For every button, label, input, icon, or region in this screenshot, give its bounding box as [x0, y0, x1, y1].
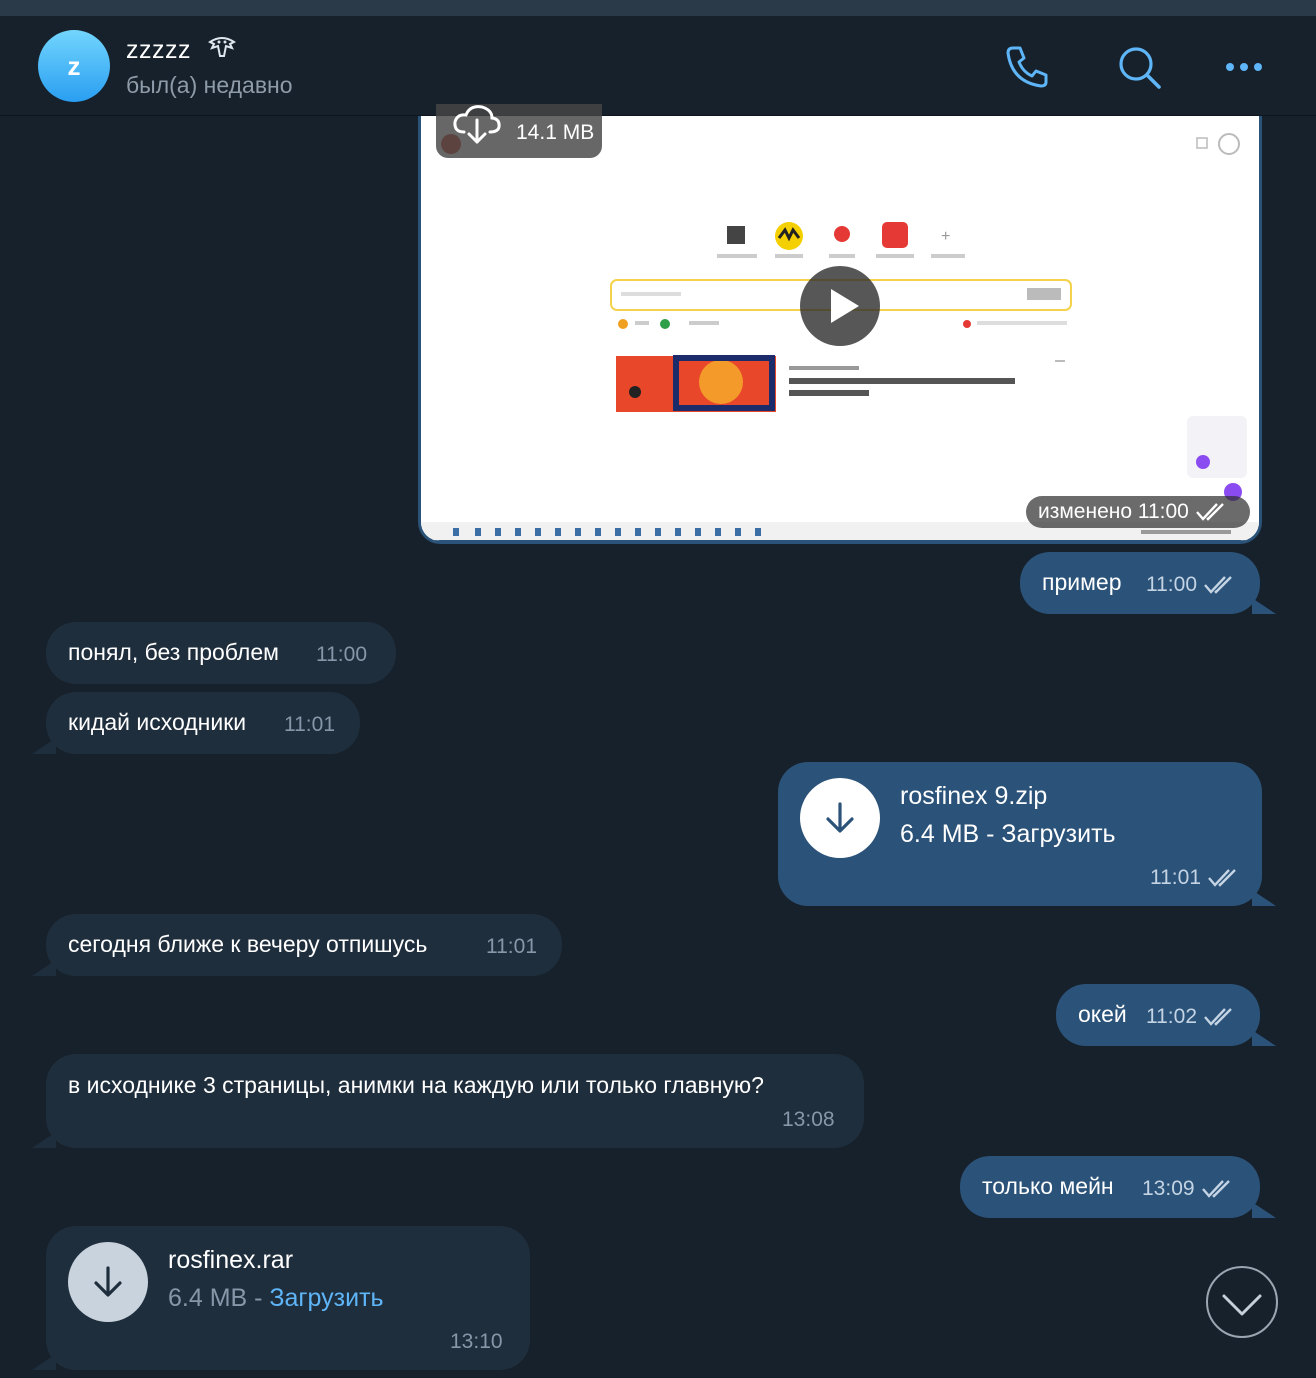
bubble-tail — [32, 1354, 56, 1370]
message-incoming[interactable]: в исходнике 3 страницы, анимки на каждую… — [46, 1054, 864, 1148]
file-size: 6.4 MB — [900, 820, 980, 848]
message-incoming[interactable]: понял, без проблем 11:00 — [46, 622, 396, 684]
file-name[interactable]: rosfinex.rar — [168, 1246, 293, 1275]
cloud-download-icon[interactable] — [452, 102, 502, 146]
edited-label: изменено 11:00 — [1038, 500, 1189, 523]
avatar[interactable]: z — [38, 30, 110, 102]
bubble-tail — [32, 738, 56, 754]
arrow-down-icon — [94, 1266, 122, 1297]
message-time: 11:01 — [1150, 866, 1239, 890]
message-time: 11:00 — [1146, 573, 1235, 597]
double-check-icon — [1195, 503, 1224, 521]
edited-badge: изменено 11:00 — [1026, 496, 1250, 528]
double-check-icon — [1208, 869, 1236, 888]
bubble-tail — [32, 1132, 56, 1148]
message-text: пример — [1042, 569, 1122, 595]
file-download-link[interactable]: Загрузить — [269, 1284, 383, 1312]
scroll-to-bottom-button[interactable] — [1206, 1266, 1278, 1338]
message-text: только мейн — [982, 1173, 1114, 1199]
window-top-strip — [0, 0, 1316, 16]
message-time: 13:08 — [782, 1108, 835, 1131]
double-check-icon — [1204, 1008, 1232, 1027]
file-separator: - — [247, 1284, 270, 1312]
play-icon[interactable] — [800, 266, 880, 346]
message-outgoing[interactable]: пример 11:00 — [1020, 552, 1260, 614]
contact-status: был(а) недавно — [126, 72, 293, 98]
bubble-tail — [1252, 1202, 1276, 1218]
message-incoming[interactable]: сегодня ближе к вечеру отпишусь 11:01 — [46, 914, 562, 976]
double-check-icon — [1204, 576, 1232, 595]
file-message-incoming[interactable]: rosfinex.rar 6.4 MB - Загрузить 13:10 — [46, 1226, 530, 1370]
bubble-tail — [1252, 890, 1276, 906]
ghost-emoji-icon — [206, 34, 238, 66]
message-incoming[interactable]: кидай исходники 11:01 — [46, 692, 360, 754]
file-meta: 6.4 MB - Загрузить — [900, 820, 1116, 849]
message-time: 11:00 — [316, 643, 367, 666]
file-meta: 6.4 MB - Загрузить — [168, 1284, 384, 1313]
message-time: 13:10 — [450, 1330, 503, 1353]
message-time: 13:09 — [1142, 1177, 1233, 1201]
arrow-down-icon — [826, 802, 854, 833]
bubble-tail — [1252, 598, 1276, 614]
chevron-down-icon — [1222, 1294, 1262, 1316]
message-outgoing[interactable]: окей 11:02 — [1056, 984, 1260, 1046]
file-separator: - — [979, 820, 1002, 848]
search-icon[interactable] — [1114, 42, 1164, 92]
file-size: 6.4 MB — [168, 1284, 248, 1312]
message-time: 11:01 — [284, 713, 335, 736]
message-text: в исходнике 3 страницы, анимки на каждую… — [68, 1072, 764, 1098]
file-download-link[interactable]: Загрузить — [1001, 820, 1115, 848]
file-message-outgoing[interactable]: rosfinex 9.zip 6.4 MB - Загрузить 11:01 — [778, 762, 1262, 906]
message-text: сегодня ближе к вечеру отпишусь — [68, 931, 428, 957]
message-time: 11:01 — [486, 935, 537, 958]
phone-icon[interactable] — [1002, 42, 1052, 92]
chat-header: z zzzzz был(а) недавно — [0, 16, 1316, 116]
svg-text:+: + — [941, 228, 950, 245]
message-outgoing[interactable]: только мейн 13:09 — [960, 1156, 1260, 1218]
file-name[interactable]: rosfinex 9.zip — [900, 782, 1047, 811]
bubble-tail — [32, 960, 56, 976]
bubble-tail — [1252, 1030, 1276, 1046]
video-size: 14.1 MB — [516, 121, 595, 144]
contact-name[interactable]: zzzzz — [126, 36, 191, 65]
download-button[interactable] — [68, 1242, 148, 1322]
download-button[interactable] — [800, 778, 880, 858]
message-text: понял, без проблем — [68, 639, 279, 665]
message-text: кидай исходники — [68, 709, 247, 735]
message-time: 11:02 — [1146, 1005, 1235, 1029]
message-text: окей — [1078, 1001, 1127, 1027]
more-icon[interactable] — [1220, 42, 1270, 92]
double-check-icon — [1201, 1180, 1230, 1199]
